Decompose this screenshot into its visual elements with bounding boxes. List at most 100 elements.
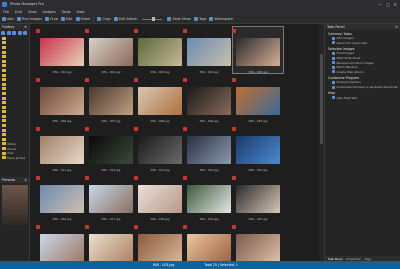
thumbnail-image[interactable] (89, 136, 133, 164)
thumbnail-item[interactable]: IMG - 005.jpg (232, 24, 284, 74)
thumbnail-item[interactable]: IMG - 022.jpg (85, 220, 134, 261)
select-checkbox[interactable] (134, 78, 138, 82)
thumbnail-image[interactable] (236, 234, 280, 261)
thumbnail-image[interactable] (89, 185, 133, 213)
thumbnail-image[interactable] (187, 185, 231, 213)
menu-edit[interactable]: Edit (15, 10, 22, 14)
back-icon[interactable] (1, 31, 5, 35)
find-images-button[interactable]: Find Images (16, 17, 42, 21)
thumbnail-image[interactable] (40, 136, 84, 164)
select-checkbox[interactable] (232, 127, 236, 131)
select-checkbox[interactable] (183, 225, 187, 229)
select-checkbox[interactable] (134, 225, 138, 229)
select-checkbox[interactable] (232, 176, 236, 180)
thumbnail-item[interactable]: IMG - 014.jpg (183, 122, 232, 172)
thumbnail-image[interactable] (40, 185, 84, 213)
select-checkbox[interactable] (36, 176, 40, 180)
thumbnail-image[interactable] (89, 87, 133, 115)
add-button[interactable]: Add (2, 17, 14, 21)
select-checkbox[interactable] (85, 29, 89, 33)
thumbnail-item[interactable]: IMG - 020.jpg (232, 171, 281, 221)
thumbnail-item[interactable]: IMG - 007.jpg (85, 73, 134, 123)
task-link[interactable]: User Help Site (328, 95, 400, 100)
select-checkbox[interactable] (183, 127, 187, 131)
thumbnail-item[interactable]: IMG - 012.jpg (85, 122, 134, 172)
minimize-button[interactable]: — (378, 2, 382, 7)
folder-item[interactable]: Travel photos (2, 155, 29, 160)
thumbnail-image[interactable] (89, 38, 133, 66)
thumbnail-image[interactable] (40, 234, 84, 261)
thumbnail-item[interactable]: IMG - 013.jpg (134, 122, 183, 172)
select-checkbox[interactable] (85, 127, 89, 131)
select-checkbox[interactable] (85, 225, 89, 229)
thumbnail-image[interactable] (138, 38, 182, 66)
select-checkbox[interactable] (36, 225, 40, 229)
thumbnail-item[interactable]: IMG - 023.jpg (134, 220, 183, 261)
select-checkbox[interactable] (134, 29, 138, 33)
task-link[interactable]: Search for duplicates (328, 41, 400, 46)
select-checkbox[interactable] (36, 29, 40, 33)
workspace-button[interactable]: Workspace (209, 17, 233, 21)
thumbnail-image[interactable] (89, 234, 133, 261)
thumbnail-item[interactable]: IMG - 019.jpg (183, 171, 232, 221)
select-checkbox[interactable] (85, 78, 89, 82)
thumbnail-image[interactable] (236, 38, 280, 66)
edit-button[interactable]: Edit (60, 17, 73, 21)
menu-view[interactable]: View (28, 10, 37, 14)
thumbnail-image[interactable] (236, 185, 280, 213)
refresh-icon[interactable] (17, 31, 22, 35)
thumbnail-image[interactable] (138, 136, 182, 164)
thumbnail-image[interactable] (236, 136, 280, 164)
thumbnail-item[interactable]: IMG - 001.jpg (36, 24, 85, 74)
select-checkbox[interactable] (232, 225, 236, 229)
thumbnail-item[interactable]: IMG - 010.jpg (232, 73, 281, 123)
tab-properties[interactable]: Properties (346, 257, 360, 261)
select-checkbox[interactable] (134, 176, 138, 180)
menu-file[interactable]: File (3, 10, 9, 14)
thumbnail-item[interactable]: IMG - 002.jpg (85, 24, 134, 74)
thumbnail-item[interactable]: IMG - 011.jpg (36, 122, 85, 172)
thumbnail-image[interactable] (187, 136, 231, 164)
thumbnail-item[interactable]: IMG - 021.jpg (36, 220, 85, 261)
select-checkbox[interactable] (36, 78, 40, 82)
close-icon[interactable]: ✕ (24, 178, 27, 182)
select-checkbox[interactable] (85, 176, 89, 180)
close-button[interactable]: ✕ (394, 2, 397, 7)
thumbnail-item[interactable]: IMG - 016.jpg (36, 171, 85, 221)
select-checkbox[interactable] (134, 127, 138, 131)
tags-button[interactable]: Tags (193, 17, 206, 21)
close-icon[interactable]: ✕ (395, 25, 398, 29)
select-checkbox[interactable] (232, 29, 236, 33)
thumbnail-image[interactable] (138, 234, 182, 261)
select-checkbox[interactable] (232, 78, 236, 82)
select-checkbox[interactable] (183, 176, 187, 180)
copy-button[interactable]: Copy (97, 17, 111, 21)
select-checkbox[interactable] (183, 29, 187, 33)
thumbnail-image[interactable] (40, 87, 84, 115)
new-folder-icon[interactable] (23, 31, 27, 35)
thumbnail-item[interactable]: IMG - 003.jpg (134, 24, 183, 74)
thumbnail-item[interactable]: IMG - 025.jpg (232, 220, 281, 261)
tab-task-panel[interactable]: Task Panel (328, 257, 342, 261)
thumbnail-item[interactable]: IMG - 018.jpg (134, 171, 183, 221)
thumbnail-image[interactable] (187, 38, 231, 66)
task-link[interactable]: Create Web Album (328, 70, 400, 75)
thumbnail-item[interactable]: IMG - 015.jpg (232, 122, 281, 172)
slide-show-button[interactable]: Slide Show (167, 17, 191, 21)
close-icon[interactable]: ✕ (24, 25, 27, 29)
thumbnail-image[interactable] (236, 87, 280, 115)
thumbnail-image[interactable] (40, 38, 84, 66)
edit-album-button[interactable]: Edit Album (113, 17, 137, 21)
tab-tags[interactable]: Tags (365, 257, 371, 261)
thumbnail-item[interactable]: IMG - 017.jpg (85, 171, 134, 221)
thumbnail-image[interactable] (138, 87, 182, 115)
zoom-slider[interactable] (142, 17, 163, 21)
thumbnail-item[interactable]: IMG - 006.jpg (36, 73, 85, 123)
thumbnail-item[interactable]: IMG - 004.jpg (183, 24, 232, 74)
thumbnail-item[interactable]: IMG - 008.jpg (134, 73, 183, 123)
thumbnail-image[interactable] (138, 185, 182, 213)
maximize-button[interactable]: □ (386, 2, 390, 7)
thumbnail-item[interactable]: IMG - 024.jpg (183, 220, 232, 261)
menu-help[interactable]: Help (77, 10, 85, 14)
up-icon[interactable] (12, 31, 16, 35)
